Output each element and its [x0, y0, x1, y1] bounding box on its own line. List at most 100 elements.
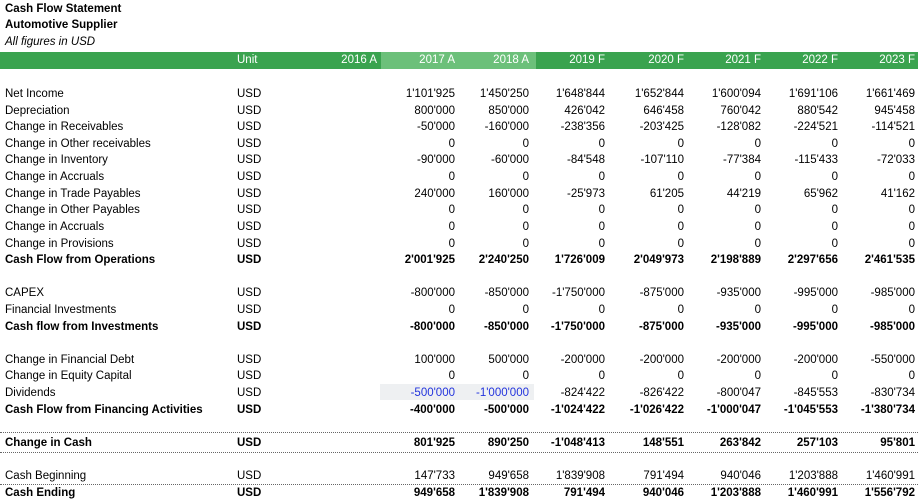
- value-cell[interactable]: 940'046: [688, 468, 761, 484]
- row-label[interactable]: Change in Trade Payables: [5, 186, 235, 202]
- unit-cell[interactable]: USD: [237, 252, 297, 268]
- value-cell[interactable]: -1'048'413: [532, 435, 605, 451]
- row-label[interactable]: Change in Provisions: [5, 236, 235, 252]
- value-cell[interactable]: 850'000: [459, 103, 529, 119]
- value-cell[interactable]: [300, 319, 377, 335]
- value-cell[interactable]: [300, 136, 377, 152]
- row-label[interactable]: Change in Equity Capital: [5, 368, 235, 384]
- value-cell[interactable]: -160'000: [459, 119, 529, 135]
- value-cell[interactable]: -60'000: [459, 152, 529, 168]
- value-cell[interactable]: 1'101'925: [381, 86, 455, 102]
- value-cell[interactable]: 1'203'888: [763, 468, 838, 484]
- value-cell[interactable]: -850'000: [459, 319, 529, 335]
- unit-cell[interactable]: USD: [237, 202, 297, 218]
- value-cell[interactable]: [300, 236, 377, 252]
- value-cell[interactable]: 263'842: [688, 435, 761, 451]
- value-cell[interactable]: [300, 202, 377, 218]
- value-cell[interactable]: -200'000: [688, 352, 761, 368]
- value-cell[interactable]: 0: [532, 202, 605, 218]
- value-cell[interactable]: -845'553: [763, 385, 838, 401]
- value-cell[interactable]: 1'652'844: [609, 86, 684, 102]
- value-cell[interactable]: -800'000: [381, 319, 455, 335]
- year-header[interactable]: 2022 F: [763, 52, 838, 69]
- value-cell[interactable]: 0: [763, 136, 838, 152]
- unit-cell[interactable]: USD: [237, 402, 297, 418]
- value-cell[interactable]: 0: [609, 202, 684, 218]
- value-cell[interactable]: 426'042: [532, 103, 605, 119]
- value-cell[interactable]: 0: [609, 169, 684, 185]
- value-cell[interactable]: 0: [459, 136, 529, 152]
- value-cell[interactable]: -84'548: [532, 152, 605, 168]
- value-cell[interactable]: -800'000: [381, 285, 455, 301]
- value-cell[interactable]: -50'000: [381, 119, 455, 135]
- value-cell[interactable]: -114'521: [840, 119, 915, 135]
- value-cell[interactable]: 0: [763, 368, 838, 384]
- row-label[interactable]: Change in Cash: [5, 435, 235, 451]
- value-cell[interactable]: [300, 169, 377, 185]
- value-cell[interactable]: 160'000: [459, 186, 529, 202]
- value-cell[interactable]: [300, 302, 377, 318]
- value-cell[interactable]: 0: [840, 219, 915, 235]
- row-label[interactable]: CAPEX: [5, 285, 235, 301]
- value-cell[interactable]: 0: [688, 368, 761, 384]
- value-cell[interactable]: 2'240'250: [459, 252, 529, 268]
- row-label[interactable]: Financial Investments: [5, 302, 235, 318]
- value-cell[interactable]: 240'000: [381, 186, 455, 202]
- value-cell[interactable]: 945'458: [840, 103, 915, 119]
- value-cell[interactable]: -1'000'000: [459, 385, 529, 401]
- row-label[interactable]: Change in Accruals: [5, 219, 235, 235]
- value-cell[interactable]: 0: [840, 202, 915, 218]
- value-cell[interactable]: 0: [688, 302, 761, 318]
- value-cell[interactable]: 0: [609, 302, 684, 318]
- year-header[interactable]: 2020 F: [609, 52, 684, 69]
- value-cell[interactable]: [300, 186, 377, 202]
- value-cell[interactable]: [300, 435, 377, 451]
- value-cell[interactable]: 0: [459, 202, 529, 218]
- value-cell[interactable]: 0: [381, 302, 455, 318]
- value-cell[interactable]: -1'045'553: [763, 402, 838, 418]
- value-cell[interactable]: [300, 368, 377, 384]
- value-cell[interactable]: -1'024'422: [532, 402, 605, 418]
- value-cell[interactable]: 2'297'656: [763, 252, 838, 268]
- value-cell[interactable]: -826'422: [609, 385, 684, 401]
- unit-cell[interactable]: USD: [237, 302, 297, 318]
- value-cell[interactable]: [300, 285, 377, 301]
- value-cell[interactable]: 0: [688, 202, 761, 218]
- unit-cell[interactable]: USD: [237, 86, 297, 102]
- year-header[interactable]: 2017 A: [381, 52, 455, 69]
- year-header[interactable]: 2018 A: [459, 52, 529, 69]
- value-cell[interactable]: -72'033: [840, 152, 915, 168]
- row-label[interactable]: Dividends: [5, 385, 235, 401]
- row-label[interactable]: Cash Flow from Financing Activities: [5, 402, 235, 418]
- value-cell[interactable]: 949'658: [459, 468, 529, 484]
- value-cell[interactable]: -800'047: [688, 385, 761, 401]
- unit-cell[interactable]: USD: [237, 103, 297, 119]
- value-cell[interactable]: 1'839'908: [532, 468, 605, 484]
- value-cell[interactable]: 800'000: [381, 103, 455, 119]
- value-cell[interactable]: 0: [381, 219, 455, 235]
- value-cell[interactable]: -995'000: [763, 285, 838, 301]
- value-cell[interactable]: 148'551: [609, 435, 684, 451]
- value-cell[interactable]: 0: [532, 219, 605, 235]
- value-cell[interactable]: 0: [381, 236, 455, 252]
- value-cell[interactable]: -200'000: [763, 352, 838, 368]
- value-cell[interactable]: 0: [532, 136, 605, 152]
- value-cell[interactable]: 0: [763, 169, 838, 185]
- unit-cell[interactable]: USD: [237, 136, 297, 152]
- value-cell[interactable]: -1'000'047: [688, 402, 761, 418]
- value-cell[interactable]: 0: [532, 302, 605, 318]
- value-cell[interactable]: 880'542: [763, 103, 838, 119]
- value-cell[interactable]: -224'521: [763, 119, 838, 135]
- value-cell[interactable]: -875'000: [609, 319, 684, 335]
- value-cell[interactable]: 0: [459, 236, 529, 252]
- value-cell[interactable]: -107'110: [609, 152, 684, 168]
- value-cell[interactable]: -77'384: [688, 152, 761, 168]
- value-cell[interactable]: 0: [688, 219, 761, 235]
- value-cell[interactable]: 44'219: [688, 186, 761, 202]
- value-cell[interactable]: -985'000: [840, 285, 915, 301]
- value-cell[interactable]: 890'250: [459, 435, 529, 451]
- value-cell[interactable]: [300, 385, 377, 401]
- value-cell[interactable]: 0: [840, 169, 915, 185]
- value-cell[interactable]: -850'000: [459, 285, 529, 301]
- value-cell[interactable]: 1'648'844: [532, 86, 605, 102]
